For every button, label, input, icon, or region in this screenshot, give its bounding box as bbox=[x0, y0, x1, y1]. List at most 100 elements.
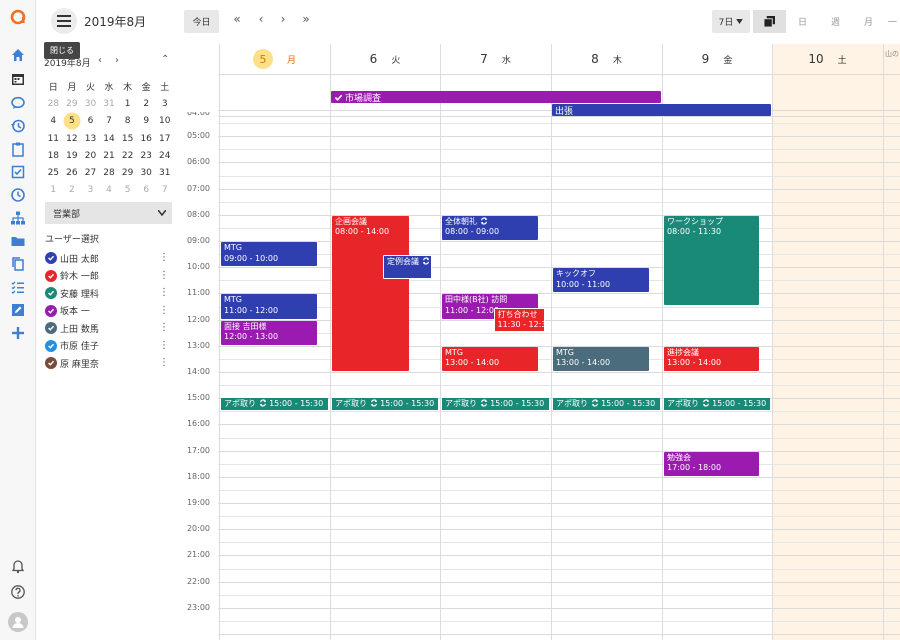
mini-day[interactable]: 16 bbox=[137, 134, 156, 144]
calendar-event[interactable]: 打ち合わせ11:30 - 12:30 bbox=[493, 307, 545, 332]
recurring-event[interactable]: アポ取り 15:00 - 15:30 bbox=[442, 397, 549, 410]
user-item[interactable]: 原 麻里奈 ⋮ bbox=[45, 355, 169, 371]
mini-day[interactable]: 18 bbox=[44, 151, 63, 161]
user-item[interactable]: 鈴木 一郎 ⋮ bbox=[45, 268, 169, 284]
mini-day[interactable]: 25 bbox=[44, 168, 63, 178]
mini-day[interactable]: 8 bbox=[118, 116, 137, 126]
mini-day[interactable]: 5 bbox=[118, 185, 137, 195]
day-header[interactable]: 9金 bbox=[662, 44, 772, 74]
mini-day[interactable]: 4 bbox=[100, 185, 119, 195]
clipboard-icon[interactable] bbox=[9, 140, 27, 158]
user-more-icon[interactable]: ⋮ bbox=[159, 287, 169, 299]
mini-prev-button[interactable]: ‹ bbox=[98, 55, 102, 66]
mini-day[interactable]: 31 bbox=[155, 168, 174, 178]
calendar-event[interactable]: 定例会議 bbox=[383, 255, 432, 280]
mini-day-today[interactable]: 5 bbox=[63, 116, 82, 126]
mini-day[interactable]: 6 bbox=[137, 185, 156, 195]
view-month-button[interactable]: 月 bbox=[852, 10, 885, 33]
mini-day[interactable]: 21 bbox=[100, 151, 119, 161]
home-icon[interactable] bbox=[9, 46, 27, 64]
department-select[interactable]: 営業部 bbox=[45, 202, 172, 224]
user-check[interactable] bbox=[45, 269, 57, 282]
mini-day[interactable]: 27 bbox=[81, 168, 100, 178]
mini-day[interactable]: 6 bbox=[81, 116, 100, 126]
recurring-event[interactable]: アポ取り 15:00 - 15:30 bbox=[332, 397, 438, 410]
calendar-event[interactable]: MTG 11:00 - 12:00 bbox=[221, 294, 317, 319]
mini-day[interactable]: 1 bbox=[44, 185, 63, 195]
view-multi-button[interactable] bbox=[753, 10, 786, 33]
day-header[interactable]: 10 土 bbox=[772, 44, 883, 74]
view-other-button[interactable]: 一 bbox=[885, 10, 900, 33]
clock-icon[interactable] bbox=[9, 186, 27, 204]
calendar-event[interactable]: MTG 13:00 - 14:00 bbox=[553, 346, 649, 371]
next-next-button[interactable]: » bbox=[299, 12, 313, 26]
day-header[interactable]: 8木 bbox=[551, 44, 662, 74]
user-check[interactable] bbox=[45, 339, 57, 352]
calendar-event[interactable]: ワークショップ 08:00 - 11:30 bbox=[664, 215, 759, 306]
calendar-event[interactable]: MTG 09:00 - 10:00 bbox=[221, 242, 317, 267]
mini-day[interactable]: 2 bbox=[63, 185, 82, 195]
mini-day[interactable]: 7 bbox=[155, 185, 174, 195]
day-header[interactable]: 山の bbox=[883, 44, 900, 74]
allday-event[interactable]: 出張 bbox=[552, 104, 771, 116]
recurring-event[interactable]: アポ取り 15:00 - 15:30 bbox=[664, 397, 770, 410]
avatar-icon[interactable] bbox=[8, 612, 28, 632]
mini-day[interactable]: 3 bbox=[155, 99, 174, 109]
day-header[interactable]: 7水 bbox=[440, 44, 551, 74]
mini-day[interactable]: 11 bbox=[44, 134, 63, 144]
mini-day[interactable]: 10 bbox=[155, 116, 174, 126]
copy-icon[interactable] bbox=[9, 255, 27, 273]
mini-day[interactable]: 28 bbox=[44, 99, 63, 109]
user-check[interactable] bbox=[45, 287, 57, 299]
help-icon[interactable] bbox=[9, 583, 27, 601]
calendar-event[interactable]: 全体朝礼 08:00 - 09:00 bbox=[442, 215, 538, 240]
mini-day[interactable]: 15 bbox=[118, 134, 137, 144]
user-more-icon[interactable]: ⋮ bbox=[159, 252, 169, 264]
mini-day[interactable]: 30 bbox=[81, 99, 100, 109]
next-button[interactable]: › bbox=[276, 12, 290, 26]
edit-icon[interactable] bbox=[9, 301, 27, 319]
org-chart-icon[interactable] bbox=[9, 209, 27, 227]
mini-day[interactable]: 23 bbox=[137, 151, 156, 161]
recurring-event[interactable]: アポ取り 15:00 - 15:30 bbox=[221, 397, 328, 410]
recurring-event[interactable]: アポ取り 15:00 - 15:30 bbox=[553, 397, 660, 410]
day-range-select[interactable]: 7日 bbox=[712, 10, 750, 33]
user-item[interactable]: 市原 佳子 ⋮ bbox=[45, 338, 169, 354]
mini-day[interactable]: 30 bbox=[137, 168, 156, 178]
mini-day[interactable]: 14 bbox=[100, 134, 119, 144]
mini-day[interactable]: 3 bbox=[81, 185, 100, 195]
mini-day[interactable]: 12 bbox=[63, 134, 82, 144]
mini-collapse-button[interactable]: ⌃ bbox=[161, 54, 169, 65]
user-more-icon[interactable]: ⋮ bbox=[159, 340, 169, 352]
user-item[interactable]: 上田 数馬 ⋮ bbox=[45, 320, 169, 336]
bell-icon[interactable] bbox=[9, 557, 27, 575]
mini-day[interactable]: 19 bbox=[63, 151, 82, 161]
chat-icon[interactable] bbox=[9, 94, 27, 112]
view-week-button[interactable]: 週 bbox=[819, 10, 852, 33]
user-more-icon[interactable]: ⋮ bbox=[159, 270, 169, 282]
calendar-event[interactable]: 面接 吉田様 12:00 - 13:00 bbox=[221, 320, 317, 345]
menu-toggle-button[interactable] bbox=[51, 8, 77, 34]
mini-day[interactable]: 4 bbox=[44, 116, 63, 126]
calendar-event[interactable]: キックオフ 10:00 - 11:00 bbox=[553, 268, 649, 293]
mini-day[interactable]: 9 bbox=[137, 116, 156, 126]
user-check[interactable] bbox=[45, 357, 57, 369]
app-logo-icon[interactable] bbox=[9, 8, 27, 26]
user-more-icon[interactable]: ⋮ bbox=[159, 322, 169, 334]
user-check[interactable] bbox=[45, 252, 57, 264]
prev-button[interactable]: ‹ bbox=[254, 12, 268, 26]
mini-day[interactable]: 17 bbox=[155, 134, 174, 144]
calendar-icon[interactable] bbox=[9, 70, 27, 88]
mini-next-button[interactable]: › bbox=[115, 55, 119, 66]
mini-day[interactable]: 29 bbox=[63, 99, 82, 109]
mini-day[interactable]: 29 bbox=[118, 168, 137, 178]
mini-day[interactable]: 24 bbox=[155, 151, 174, 161]
user-more-icon[interactable]: ⋮ bbox=[159, 305, 169, 317]
add-icon[interactable] bbox=[9, 324, 27, 342]
user-item[interactable]: 坂本 一 ⋮ bbox=[45, 303, 169, 319]
calendar-event[interactable]: 勉強会 17:00 - 18:00 bbox=[664, 451, 759, 476]
mini-day[interactable]: 1 bbox=[118, 99, 137, 109]
user-item[interactable]: 山田 太郎 ⋮ bbox=[45, 250, 169, 266]
view-day-button[interactable]: 日 bbox=[786, 10, 819, 33]
day-header[interactable]: 6火 bbox=[330, 44, 440, 74]
